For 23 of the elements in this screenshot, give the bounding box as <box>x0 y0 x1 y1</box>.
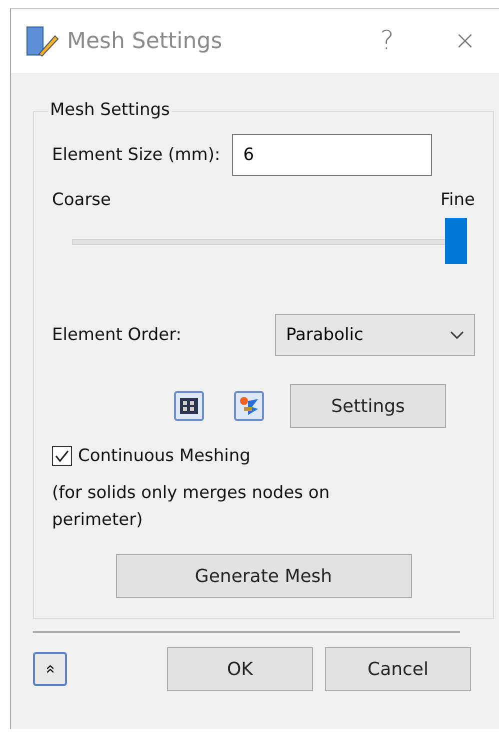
generate-mesh-button[interactable]: Generate Mesh <box>116 554 412 598</box>
help-button[interactable]: ? <box>352 26 422 56</box>
mesh-grid-icon[interactable] <box>174 391 204 421</box>
spark-wand-icon[interactable] <box>234 391 264 421</box>
settings-button[interactable]: Settings <box>290 384 446 428</box>
ok-button[interactable]: OK <box>167 647 313 691</box>
close-button[interactable]: × <box>430 26 499 56</box>
slider-min-label: Coarse <box>52 190 111 210</box>
element-size-field[interactable]: 6 <box>232 134 432 176</box>
field-label: Element Size (mm): <box>52 145 220 165</box>
chevron-down-icon <box>450 331 464 339</box>
expand-button[interactable]: » <box>33 652 67 686</box>
group-title: Mesh Settings <box>48 100 172 120</box>
checkbox[interactable] <box>52 446 72 466</box>
slider-max-label: Fine <box>440 190 475 210</box>
mesh-pencil-icon <box>25 24 59 58</box>
slider-thumb[interactable] <box>445 218 467 264</box>
checkbox-label: Continuous Meshing <box>78 446 250 466</box>
cancel-button[interactable]: Cancel <box>325 647 471 691</box>
field-label: Element Order: <box>52 325 182 345</box>
window-title: Mesh Settings <box>67 28 224 54</box>
element-order-dropdown[interactable]: Parabolic <box>275 314 475 356</box>
note-text: (for solids only merges nodes on perimeter) <box>52 482 331 532</box>
